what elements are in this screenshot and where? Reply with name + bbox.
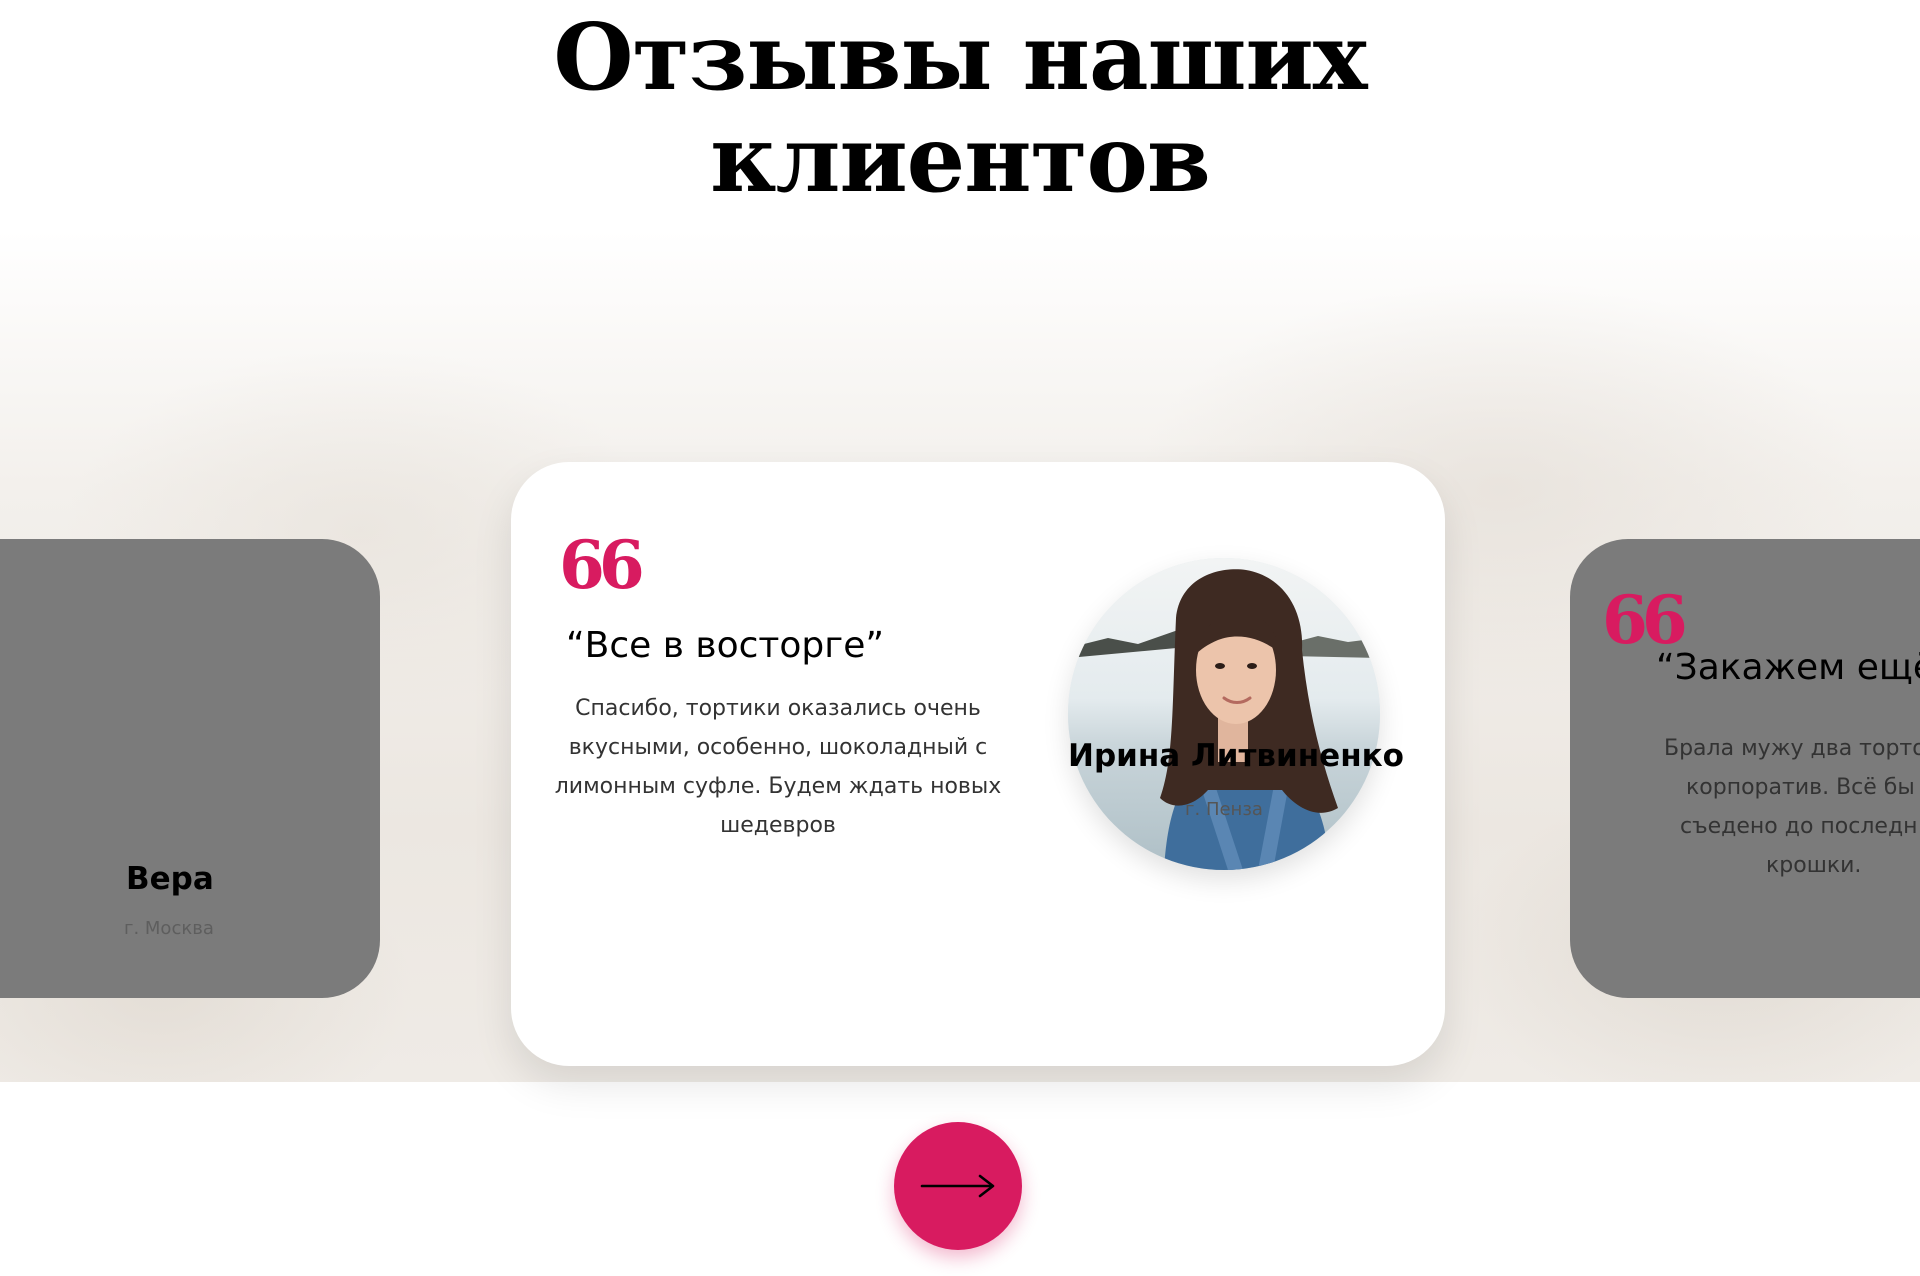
review-text-line: крошки. — [1766, 853, 1862, 878]
section-title: Отзывы наших клиентов — [0, 6, 1920, 210]
review-card-previous[interactable]: Вера г. Москва — [0, 539, 380, 998]
quote-icon: 66 — [559, 526, 645, 604]
review-title: “Все в восторге” — [566, 625, 884, 666]
section-title-line-2: клиентов — [710, 105, 1211, 213]
quote-icon: 66 — [1602, 581, 1688, 659]
reviewer-avatar — [1068, 558, 1380, 870]
review-card-next[interactable]: 66 “Закажем ещё Брала мужу два торто кор… — [1570, 539, 1920, 998]
review-text-line: Брала мужу два торто — [1664, 736, 1920, 761]
arrow-right-icon — [920, 1174, 995, 1198]
reviewer-city: г. Москва — [124, 918, 214, 939]
review-text-line: корпоратив. Всё бы — [1686, 775, 1915, 800]
next-review-button[interactable] — [894, 1122, 1022, 1250]
reviewer-photo — [1068, 558, 1380, 870]
section-title-line-1: Отзывы наших — [553, 3, 1367, 111]
review-title: “Закажем ещё — [1656, 647, 1920, 688]
review-text-line: съедено до последн — [1680, 814, 1918, 839]
reviewer-name: Вера — [126, 861, 214, 897]
review-text: Спасибо, тортики оказались очень вкусным… — [554, 696, 1002, 838]
review-card-active: 66 “Все в восторге” Спасибо, тортики ока… — [511, 462, 1445, 1066]
reviewer-name: Ирина Литвиненко — [1068, 738, 1404, 774]
reviewer-city: г. Пенза — [1185, 799, 1263, 820]
